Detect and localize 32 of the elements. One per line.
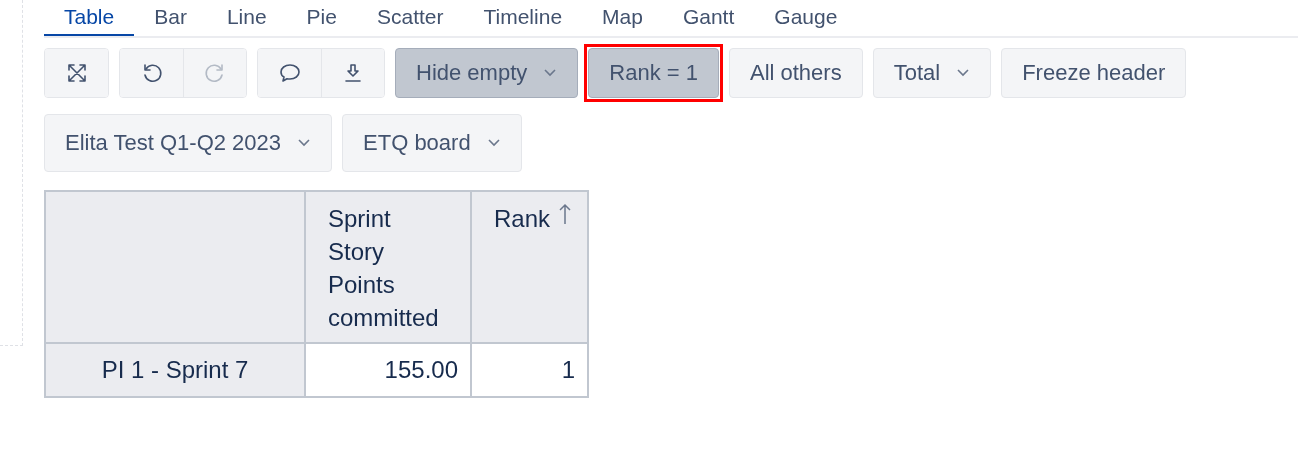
chart-type-tab[interactable]: Gantt (662, 0, 755, 36)
download-button[interactable] (321, 49, 384, 97)
column-header: Rank (471, 191, 588, 343)
chart-type-tab[interactable]: Pie (286, 0, 357, 36)
redo-icon (204, 62, 226, 84)
chart-type-tab[interactable]: Map (582, 0, 663, 36)
chevron-icon (297, 138, 312, 148)
chart-type-tab[interactable]: Timeline (463, 0, 583, 36)
toolbar-button[interactable]: Hide empty (395, 48, 579, 98)
comment-button[interactable] (258, 49, 321, 97)
expand-icon (65, 62, 88, 84)
expand-button[interactable] (45, 49, 108, 97)
row-header: PI 1 - Sprint 7 (45, 343, 305, 397)
toolbar-button[interactable]: All others (728, 48, 863, 98)
filter-dropdown[interactable]: Elita Test Q1-Q2 2023 (44, 114, 333, 172)
chart-type-tab[interactable]: Gauge (754, 0, 858, 36)
speech-bubble-icon (278, 62, 301, 84)
filter-dropdown[interactable]: ETQ board (342, 114, 522, 172)
toolbar-button[interactable]: Total (872, 48, 992, 98)
undo-button[interactable] (120, 49, 183, 97)
toolbar-button[interactable]: Freeze header (1001, 48, 1187, 98)
chart-type-tab[interactable]: Table (44, 0, 135, 36)
table-cell: 1 (471, 343, 588, 397)
chart-type-tab[interactable]: Line (206, 0, 287, 36)
sort-arrow-icon (558, 202, 573, 226)
chevron-icon (486, 138, 501, 148)
column-header: Sprint Story Points committed (305, 191, 471, 343)
chart-type-tab[interactable]: Scatter (356, 0, 464, 36)
toolbar-button[interactable]: Rank = 1 (588, 48, 719, 98)
chart-type-tab[interactable]: Bar (134, 0, 207, 36)
table-cell: 155.00 (305, 343, 471, 397)
download-icon (342, 62, 364, 84)
